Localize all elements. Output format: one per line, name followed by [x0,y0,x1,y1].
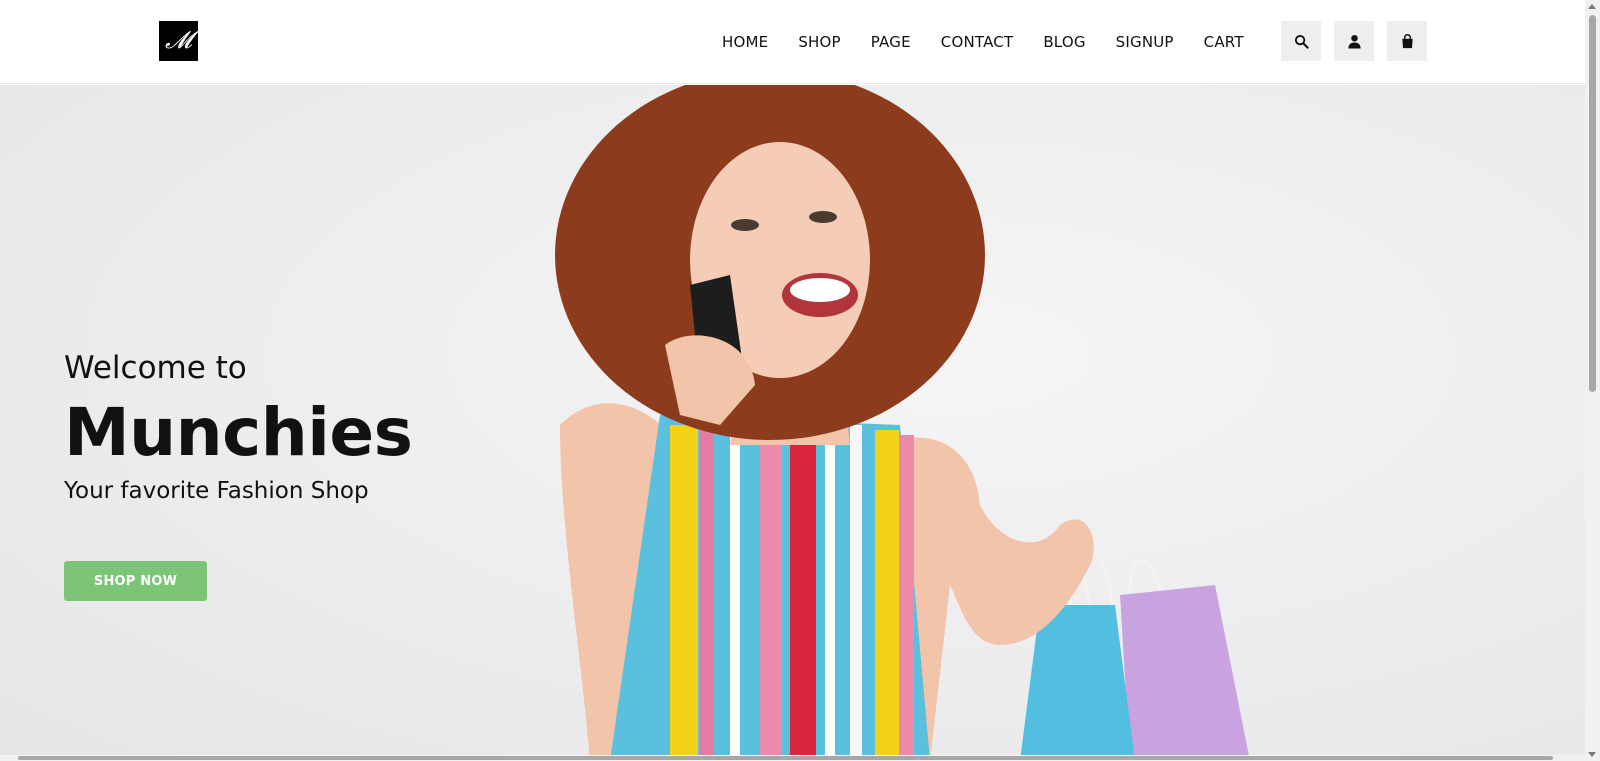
hero-text-block: Welcome to Munchies Your favorite Fashio… [64,350,413,504]
shop-now-button[interactable]: SHOP NOW [64,561,207,601]
site-header: 𝓜 HOME SHOP PAGE CONTACT BLOG SIGNUP CAR… [0,0,1585,84]
vertical-scrollbar[interactable] [1585,0,1600,761]
search-icon [1294,34,1309,49]
head-illustration [555,85,985,440]
nav-cart[interactable]: CART [1189,30,1259,54]
cart-button[interactable] [1387,21,1427,61]
user-icon [1347,34,1361,49]
nav-page[interactable]: PAGE [856,30,926,54]
vertical-scroll-thumb[interactable] [1589,15,1596,392]
hero-tagline: Your favorite Fashion Shop [64,477,369,504]
scroll-down-arrow-icon[interactable] [1588,752,1596,757]
nav-blog[interactable]: BLOG [1028,30,1100,54]
account-button[interactable] [1334,21,1374,61]
nav-contact[interactable]: CONTACT [926,30,1029,54]
nav-home[interactable]: HOME [722,30,783,54]
horizontal-scrollbar[interactable] [0,755,1585,761]
search-button[interactable] [1281,21,1321,61]
scroll-up-arrow-icon[interactable] [1588,4,1596,9]
horizontal-scroll-thumb[interactable] [18,756,1553,760]
main-navigation: HOME SHOP PAGE CONTACT BLOG SIGNUP CART [722,30,1259,54]
hero-brand-title: Munchies [64,394,413,472]
hero-banner: Welcome to Munchies Your favorite Fashio… [0,85,1585,761]
nav-shop[interactable]: SHOP [783,30,855,54]
hero-welcome: Welcome to [64,350,247,386]
nav-signup[interactable]: SIGNUP [1101,30,1189,54]
shopping-bag-icon [1401,33,1413,48]
logo-mark: 𝓜 [165,26,192,54]
brand-logo[interactable]: 𝓜 [159,21,198,61]
